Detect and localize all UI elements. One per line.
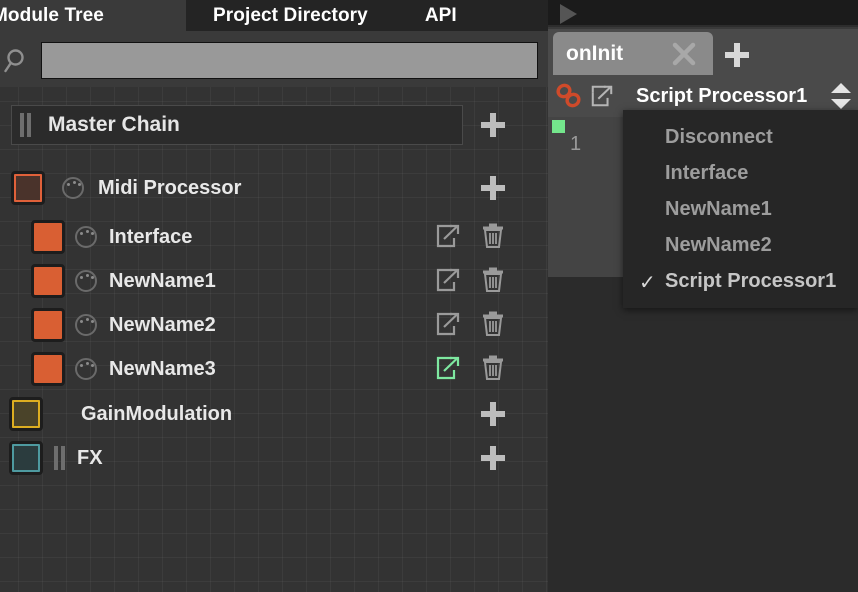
tree-item-label: FX [77, 446, 103, 469]
application-window: Module Tree Project Directory API Master… [0, 0, 858, 592]
color-swatch-gainmodulation[interactable] [9, 397, 43, 431]
up-down-arrows-icon[interactable] [828, 81, 854, 111]
menu-item-label: Script Processor1 [665, 269, 837, 292]
trash-icon[interactable] [480, 222, 506, 250]
checkmark-icon: ✓ [639, 272, 656, 294]
line-number: 1 [570, 133, 582, 155]
play-icon[interactable] [560, 4, 577, 24]
tab-oninit-label: onInit [566, 41, 624, 65]
drag-handle-icon[interactable] [54, 446, 65, 470]
master-chain-box[interactable]: Master Chain [11, 105, 463, 145]
knob-icon [75, 226, 97, 248]
editor-gutter[interactable]: 1 [548, 117, 623, 592]
external-link-icon[interactable] [435, 355, 461, 381]
processor-name-label: Script Processor1 [636, 84, 808, 107]
tab-api-label: API [424, 4, 457, 26]
tab-module-tree[interactable]: Module Tree [0, 0, 186, 31]
tree-row-newname1[interactable]: NewName1 [0, 261, 548, 301]
add-module-button-fx[interactable] [478, 443, 508, 473]
tree-row-gainmodulation[interactable]: GainModulation [0, 394, 548, 434]
tree-item-label: NewName3 [109, 357, 216, 380]
knob-icon [75, 358, 97, 380]
menu-item-label: Disconnect [665, 125, 773, 148]
breakpoint-marker-icon[interactable] [552, 120, 565, 133]
color-swatch-interface[interactable] [31, 220, 65, 254]
color-swatch-newname1[interactable] [31, 264, 65, 298]
search-input[interactable] [41, 42, 538, 79]
external-link-icon[interactable] [435, 267, 461, 293]
external-link-icon[interactable] [435, 223, 461, 249]
menu-item-newname1[interactable]: NewName1 [623, 191, 858, 227]
drag-handle-icon[interactable] [20, 113, 31, 137]
transport-bar [548, 0, 858, 27]
knob-icon [75, 270, 97, 292]
add-module-button-gainmodulation[interactable] [478, 399, 508, 429]
tree-row-newname2[interactable]: NewName2 [0, 305, 548, 345]
add-tab-button[interactable] [723, 41, 751, 69]
menu-item-interface[interactable]: Interface [623, 155, 858, 191]
search-bar [0, 31, 548, 87]
external-link-icon[interactable] [590, 84, 614, 108]
tree-row-midi-processor[interactable]: Midi Processor [0, 166, 548, 210]
tab-project-directory-label: Project Directory [213, 4, 368, 26]
trash-icon[interactable] [480, 310, 506, 338]
color-swatch-midi-processor[interactable] [11, 171, 45, 205]
tree-row-master-chain[interactable]: Master Chain [0, 105, 548, 145]
tab-module-tree-label: Module Tree [0, 4, 104, 26]
add-module-button-midi-processor[interactable] [478, 173, 508, 203]
tree-item-label: GainModulation [81, 402, 233, 425]
knob-icon [62, 177, 84, 199]
tab-project-directory[interactable]: Project Directory [186, 0, 395, 31]
processor-dropdown-menu[interactable]: Disconnect Interface NewName1 NewName2 ✓… [623, 110, 858, 308]
module-tree: Master Chain Midi Processor Interface Ne… [0, 88, 548, 592]
tree-item-label: Midi Processor [98, 176, 242, 199]
tab-strip-filler [478, 0, 548, 31]
tree-item-label: NewName2 [109, 313, 216, 336]
tab-api[interactable]: API [394, 0, 479, 31]
tree-row-newname3[interactable]: NewName3 [0, 349, 548, 389]
panel-tab-strip: Module Tree Project Directory API [0, 0, 548, 31]
tree-row-fx[interactable]: FX [0, 438, 548, 478]
gutter-empty-area [548, 277, 623, 592]
master-chain-label: Master Chain [48, 113, 180, 136]
menu-item-script-processor1[interactable]: ✓ Script Processor1 [623, 263, 858, 299]
add-module-button-master[interactable] [478, 110, 508, 140]
knob-icon [75, 314, 97, 336]
script-tab-bar: onInit [548, 29, 858, 75]
menu-item-disconnect[interactable]: Disconnect [623, 119, 858, 155]
trash-icon[interactable] [480, 354, 506, 382]
tree-row-interface[interactable]: Interface [0, 217, 548, 257]
tab-oninit[interactable]: onInit [553, 32, 713, 75]
tree-item-label: Interface [109, 225, 193, 248]
menu-item-label: NewName2 [665, 233, 772, 256]
menu-item-newname2[interactable]: NewName2 [623, 227, 858, 263]
external-link-icon[interactable] [435, 311, 461, 337]
color-swatch-newname2[interactable] [31, 308, 65, 342]
color-swatch-fx[interactable] [9, 441, 43, 475]
menu-item-label: Interface [665, 161, 749, 184]
search-icon [4, 47, 32, 75]
trash-icon[interactable] [480, 266, 506, 294]
tree-item-label: NewName1 [109, 269, 216, 292]
module-tree-panel: Module Tree Project Directory API Master… [0, 0, 548, 592]
close-icon[interactable] [671, 41, 697, 67]
menu-item-label: NewName1 [665, 197, 772, 220]
color-swatch-newname3[interactable] [31, 352, 65, 386]
chain-link-icon[interactable] [554, 83, 584, 109]
